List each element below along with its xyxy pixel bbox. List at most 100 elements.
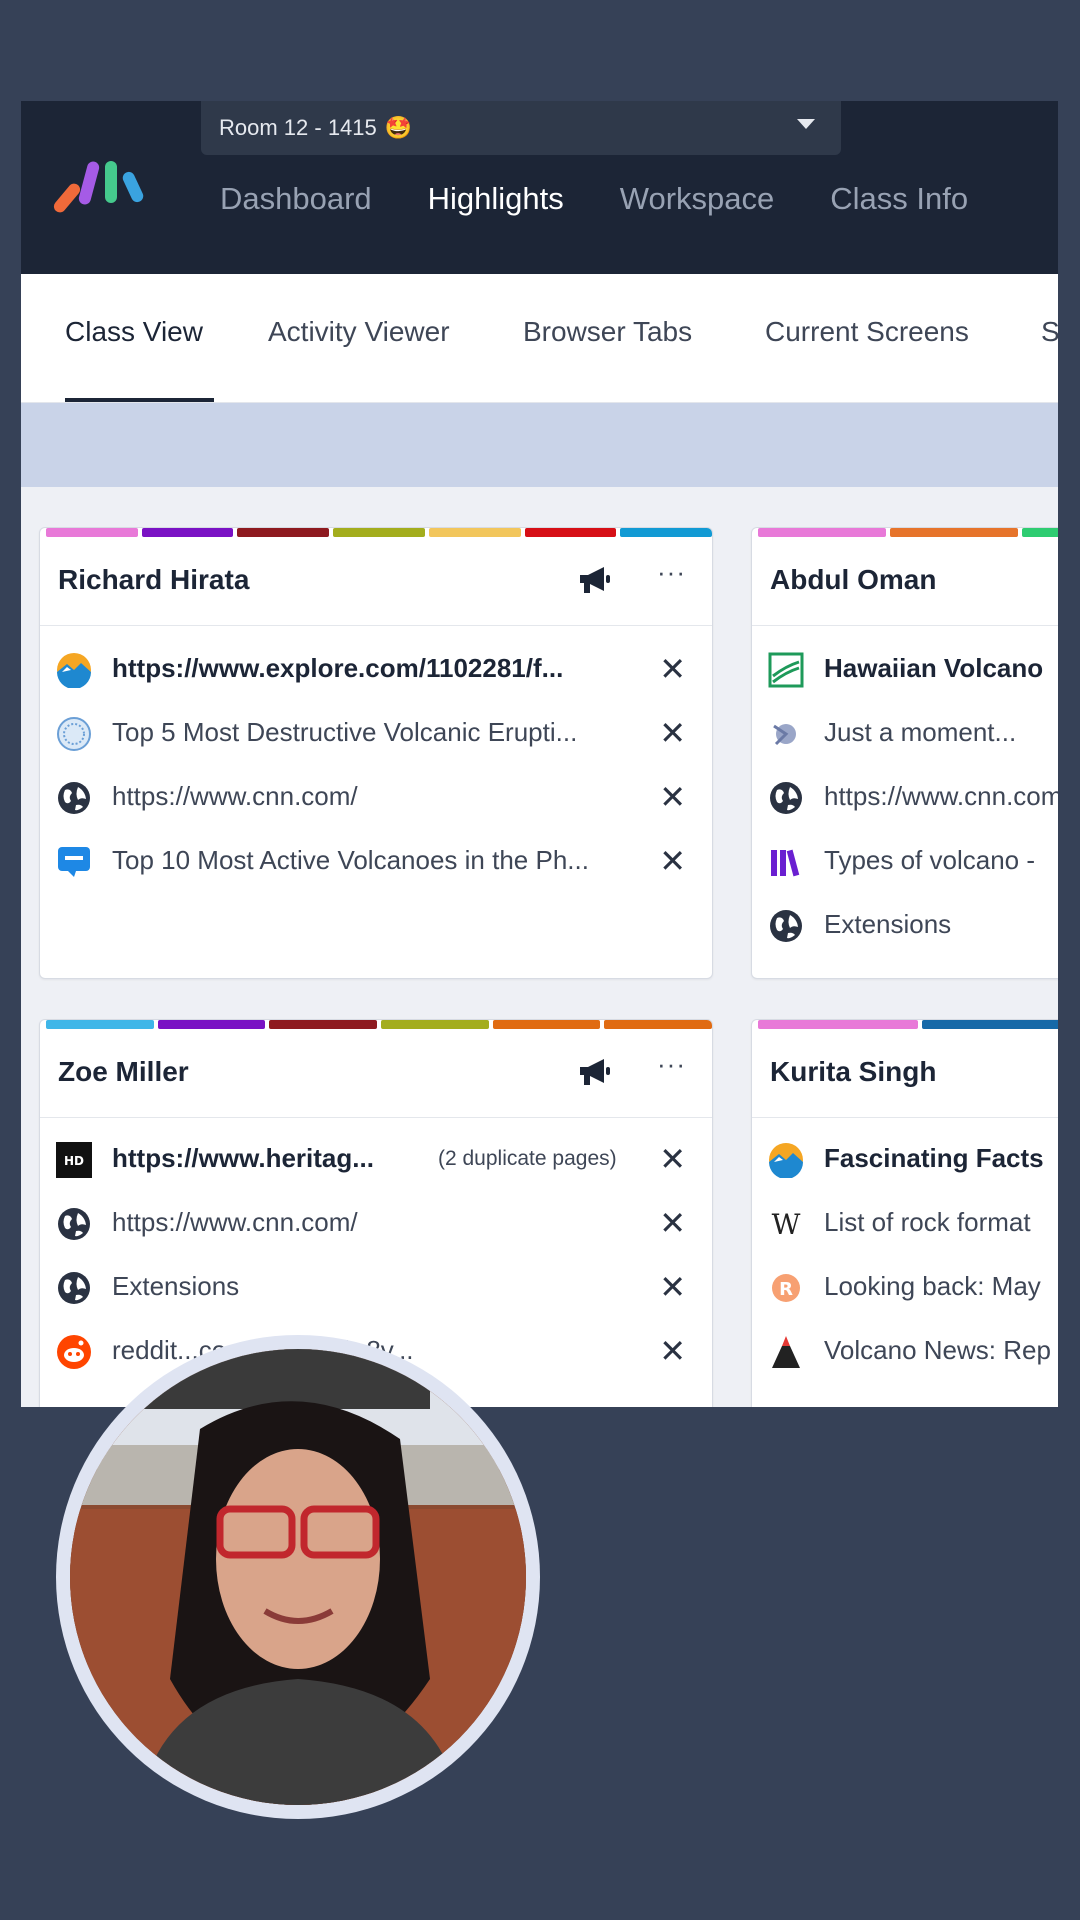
tab-row[interactable]: Extensions (752, 896, 1058, 952)
stripe (604, 1020, 712, 1029)
svg-text:R: R (779, 1279, 793, 1300)
tab-class-view[interactable]: Class View (65, 316, 203, 348)
globe-icon (770, 910, 802, 942)
tab-row[interactable]: Hawaiian Volcano (752, 640, 1058, 696)
tab-title: Top 10 Most Active Volcanoes in the Ph..… (112, 845, 589, 875)
tab-current-screens[interactable]: Current Screens (765, 316, 969, 348)
app-window: Room 12 - 1415 🤩 Dashboard Highlights Wo… (21, 101, 1058, 1407)
megaphone-icon[interactable] (578, 565, 612, 595)
activity-stripes (46, 528, 712, 537)
star-struck-emoji-icon: 🤩 (384, 115, 413, 140)
tab-title: Hawaiian Volcano (824, 653, 1044, 683)
view-tabs: Class View Activity Viewer Browser Tabs … (21, 274, 1058, 403)
activity-stripes (758, 1020, 1058, 1029)
nav-dashboard[interactable]: Dashboard (220, 181, 372, 217)
duplicate-pages-note: (2 duplicate pages) (438, 1147, 617, 1170)
tab-title: Top 5 Most Destructive Volcanic Erupti..… (112, 717, 578, 747)
tab-row[interactable]: Fascinating Facts (752, 1130, 1058, 1186)
tab-row[interactable]: Types of volcano - (752, 832, 1058, 888)
stripe (269, 1020, 378, 1029)
stripe (237, 528, 330, 537)
top-navigation-bar: Room 12 - 1415 🤩 Dashboard Highlights Wo… (21, 101, 1058, 274)
close-tab-icon[interactable]: ✕ (659, 1332, 686, 1370)
tab-row[interactable]: https://www.explore.com/1102281/f... ✕ (40, 640, 712, 696)
tab-row[interactable]: Top 5 Most Destructive Volcanic Erupti..… (40, 704, 712, 760)
activity-stripes (46, 1020, 712, 1029)
stripe (922, 1020, 1058, 1029)
stripe (758, 528, 886, 537)
stripe (141, 528, 234, 537)
webcam-overlay (56, 1335, 540, 1819)
stripe (758, 1020, 918, 1029)
card-header: Kurita Singh (752, 1029, 1058, 1118)
hd-icon: HD (56, 1142, 92, 1178)
activity-stripes (758, 528, 1058, 537)
tab-activity-viewer[interactable]: Activity Viewer (268, 316, 450, 348)
tab-title: List of rock format (824, 1207, 1031, 1237)
tab-row[interactable]: https://www.cnn.com/ ✕ (40, 1194, 712, 1250)
student-name: Kurita Singh (770, 1056, 937, 1087)
tab-row[interactable]: https://www.cnn.com (752, 768, 1058, 824)
tab-title: Volcano News: Rep (824, 1335, 1051, 1365)
tab-title: Types of volcano - (824, 845, 1035, 875)
tab-title: Looking back: May (824, 1271, 1041, 1301)
student-name: Richard Hirata (58, 564, 250, 595)
tab-partial[interactable]: S (1041, 316, 1058, 348)
card-header: Zoe Miller ··· (40, 1029, 712, 1118)
stripe (492, 1020, 601, 1029)
tab-title: https://www.cnn.com/ (112, 1207, 358, 1237)
nav-class-info[interactable]: Class Info (830, 181, 968, 217)
tab-title: Extensions (824, 909, 952, 939)
presenter-image (70, 1349, 526, 1805)
tab-row[interactable]: Just a moment... (752, 704, 1058, 760)
close-tab-icon[interactable]: ✕ (659, 1140, 686, 1178)
tab-row[interactable]: Volcano News: Rep (752, 1322, 1058, 1378)
tab-row[interactable]: W List of rock format (752, 1194, 1058, 1250)
tab-browser-tabs[interactable]: Browser Tabs (523, 316, 692, 348)
info-banner (21, 403, 1058, 487)
nav-workspace[interactable]: Workspace (620, 181, 775, 217)
stripe (428, 528, 521, 537)
stripe (46, 528, 138, 537)
close-tab-icon[interactable]: ✕ (659, 714, 686, 752)
room-selector-label: Room 12 - 1415 (219, 115, 377, 140)
chevron-down-icon[interactable] (797, 119, 815, 129)
svg-text:W: W (772, 1208, 801, 1241)
card-header: Richard Hirata ··· (40, 537, 712, 626)
more-options-icon[interactable]: ··· (657, 1049, 686, 1080)
tab-row[interactable]: HD https://www.heritag... (2 duplicate p… (40, 1130, 712, 1186)
room-selector[interactable]: Room 12 - 1415 🤩 (201, 101, 841, 155)
nav-highlights[interactable]: Highlights (428, 181, 564, 217)
globe-icon (58, 1272, 90, 1304)
stripe (333, 528, 425, 537)
tab-title: https://www.cnn.com (824, 781, 1058, 811)
tab-title: https://www.explore.com/1102281/f... (112, 653, 564, 683)
student-name: Zoe Miller (58, 1056, 189, 1087)
close-tab-icon[interactable]: ✕ (659, 842, 686, 880)
map-icon (768, 652, 804, 688)
tab-row[interactable]: R Looking back: May (752, 1258, 1058, 1314)
chat-bubble-icon (58, 847, 90, 877)
close-tab-icon[interactable]: ✕ (659, 1204, 686, 1242)
close-tab-icon[interactable]: ✕ (659, 650, 686, 688)
stripe (890, 528, 1018, 537)
mountain-sun-icon (57, 653, 91, 688)
stripe (620, 528, 712, 537)
stripe (381, 1020, 489, 1029)
more-options-icon[interactable]: ··· (657, 557, 686, 588)
tab-title: https://www.heritag... (112, 1143, 374, 1173)
tab-row[interactable]: Top 10 Most Active Volcanoes in the Ph..… (40, 832, 712, 888)
tab-title: Extensions (112, 1271, 240, 1301)
tab-row[interactable]: Extensions ✕ (40, 1258, 712, 1314)
close-tab-icon[interactable]: ✕ (659, 1268, 686, 1306)
stripe (157, 1020, 266, 1029)
active-tab-indicator (65, 398, 214, 402)
main-nav: Dashboard Highlights Workspace Class Inf… (220, 181, 968, 217)
megaphone-icon[interactable] (578, 1057, 612, 1087)
rappler-icon: R (772, 1274, 800, 1302)
close-tab-icon[interactable]: ✕ (659, 778, 686, 816)
tab-title: Just a moment... (824, 717, 1017, 747)
tab-row[interactable]: https://www.cnn.com/ ✕ (40, 768, 712, 824)
loading-icon (773, 724, 796, 746)
volcano-icon (772, 1336, 800, 1368)
